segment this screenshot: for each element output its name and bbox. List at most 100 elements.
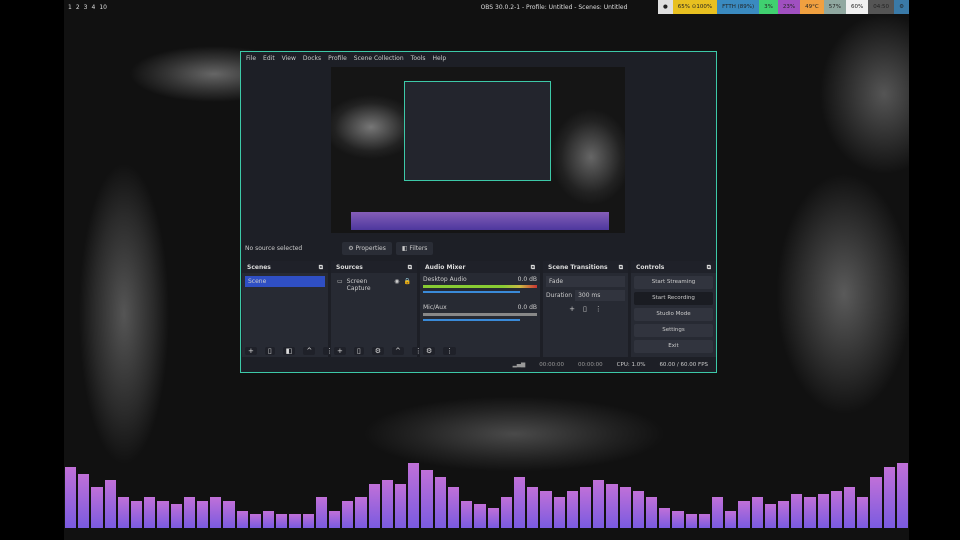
- visualizer-bar: [329, 511, 341, 528]
- transition-select[interactable]: Fade: [546, 276, 625, 287]
- menu-scene-collection[interactable]: Scene Collection: [354, 55, 404, 62]
- advanced-audio-icon[interactable]: ⚙: [423, 347, 436, 355]
- status-module: 49°C: [800, 0, 824, 14]
- visualizer-bar: [672, 511, 684, 528]
- visualizer-bar: [579, 487, 592, 528]
- window-title: OBS 30.0.2-1 - Profile: Untitled - Scene…: [480, 3, 628, 11]
- top-bar: 1 2 3 4 10 OBS 30.0.2-1 - Profile: Untit…: [64, 0, 909, 14]
- visualizer-bar: [883, 466, 895, 528]
- visualizer-bar: [777, 500, 790, 528]
- add-icon[interactable]: +: [569, 305, 575, 313]
- visualizer-bar: [711, 497, 724, 528]
- visualizer-bar: [289, 514, 301, 528]
- menu-docks[interactable]: Docks: [303, 55, 321, 62]
- status-bar: ▂▄▆ 00:00:00 00:00:00 CPU: 1.0% 60.00 / …: [241, 358, 716, 372]
- workspace-10[interactable]: 10: [99, 4, 107, 11]
- visualizer-bar: [896, 463, 908, 528]
- status-module: 60%: [845, 0, 869, 14]
- mixer-channel-desktop: Desktop Audio 0.0 dB: [420, 273, 540, 293]
- more-icon[interactable]: ⋮: [443, 347, 457, 355]
- chevron-up-icon[interactable]: ^: [392, 347, 404, 355]
- channel-db: 0.0 dB: [517, 304, 537, 311]
- visualizer-bar: [183, 497, 196, 528]
- menu-bar: File Edit View Docks Profile Scene Colle…: [241, 52, 716, 64]
- visualizer-bar: [368, 483, 380, 528]
- studio-mode-button[interactable]: Studio Mode: [634, 308, 713, 321]
- properties-button[interactable]: ⚙ Properties: [342, 241, 392, 255]
- workspace-4[interactable]: 4: [91, 4, 95, 11]
- status-module: FTTH (89%): [717, 0, 760, 14]
- visualizer-bar: [236, 511, 248, 528]
- visualizer-bar: [117, 497, 130, 528]
- eye-icon[interactable]: ◉: [394, 278, 399, 292]
- duration-label: Duration: [546, 292, 573, 299]
- controls-dock: Controls ⧉ Start Streaming Start Recordin…: [631, 261, 716, 357]
- menu-edit[interactable]: Edit: [263, 55, 275, 62]
- audio-visualizer: [65, 460, 908, 528]
- preview-canvas[interactable]: [331, 67, 625, 233]
- gear-icon[interactable]: ⚙: [371, 347, 385, 355]
- visualizer-bar: [263, 511, 275, 528]
- source-info-bar: No source selected ⚙ Properties ◧ Filter…: [241, 239, 716, 257]
- duration-input[interactable]: 300 ms: [575, 290, 625, 301]
- visualizer-bar: [527, 487, 539, 528]
- cpu-usage: CPU: 1.0%: [616, 362, 646, 368]
- add-icon[interactable]: +: [334, 347, 346, 355]
- visualizer-bar: [461, 500, 473, 528]
- visualizer-bar: [157, 500, 169, 528]
- filters-button[interactable]: ◧ Filters: [395, 241, 434, 255]
- menu-tools[interactable]: Tools: [411, 55, 426, 62]
- source-item[interactable]: ▭ Screen Capture ◉ 🔒: [334, 276, 414, 294]
- undock-icon[interactable]: ⧉: [408, 264, 412, 271]
- exit-button[interactable]: Exit: [634, 340, 713, 353]
- visualizer-bar: [513, 477, 526, 528]
- status-module: 04:50: [868, 0, 895, 14]
- visualizer-bar: [408, 463, 420, 528]
- trash-icon[interactable]: ▯: [264, 347, 275, 355]
- visualizer-bar: [791, 494, 803, 528]
- start-recording-button[interactable]: Start Recording: [634, 292, 713, 305]
- stream-time: 00:00:00: [539, 362, 564, 368]
- start-streaming-button[interactable]: Start Streaming: [634, 276, 713, 289]
- lock-icon[interactable]: 🔒: [404, 278, 411, 292]
- undock-icon[interactable]: ⧉: [531, 264, 535, 271]
- visualizer-bar: [632, 490, 644, 528]
- menu-help[interactable]: Help: [432, 55, 446, 62]
- scene-item[interactable]: Scene: [245, 276, 325, 287]
- preview-visualizer: [351, 212, 609, 230]
- visualizer-bar: [738, 500, 750, 528]
- more-icon[interactable]: ⋮: [595, 305, 602, 313]
- undock-icon[interactable]: ⧉: [619, 264, 623, 271]
- visualizer-bar: [553, 497, 565, 528]
- workspaces: 1 2 3 4 10: [64, 4, 107, 11]
- menu-view[interactable]: View: [282, 55, 296, 62]
- visualizer-bar: [395, 483, 407, 528]
- workspace-3[interactable]: 3: [84, 4, 88, 11]
- visualizer-bar: [817, 494, 829, 528]
- visualizer-bar: [381, 480, 394, 528]
- undock-icon[interactable]: ⧉: [707, 264, 711, 271]
- trash-icon[interactable]: ▯: [353, 347, 364, 355]
- filter-icon[interactable]: ◧: [282, 347, 296, 355]
- workspace-2[interactable]: 2: [76, 4, 80, 11]
- workspace-1[interactable]: 1: [68, 4, 72, 11]
- chevron-up-icon[interactable]: ^: [303, 347, 316, 355]
- add-icon[interactable]: +: [245, 347, 257, 355]
- settings-button[interactable]: Settings: [634, 324, 713, 337]
- volume-slider[interactable]: [423, 319, 520, 321]
- status-module: 3%: [759, 0, 778, 14]
- visualizer-bar: [474, 504, 486, 528]
- sources-title: Sources: [336, 264, 363, 271]
- volume-slider[interactable]: [423, 291, 520, 293]
- visualizer-bar: [302, 514, 314, 528]
- source-label: Screen Capture: [346, 278, 371, 292]
- visualizer-bar: [830, 490, 842, 528]
- menu-file[interactable]: File: [246, 55, 256, 62]
- status-module: 57%: [823, 0, 846, 14]
- menu-profile[interactable]: Profile: [328, 55, 347, 62]
- visualizer-bar: [342, 500, 354, 528]
- visualizer-bar: [223, 500, 235, 528]
- undock-icon[interactable]: ⧉: [319, 264, 323, 271]
- rec-time: 00:00:00: [577, 362, 603, 368]
- trash-icon[interactable]: ▯: [583, 305, 587, 313]
